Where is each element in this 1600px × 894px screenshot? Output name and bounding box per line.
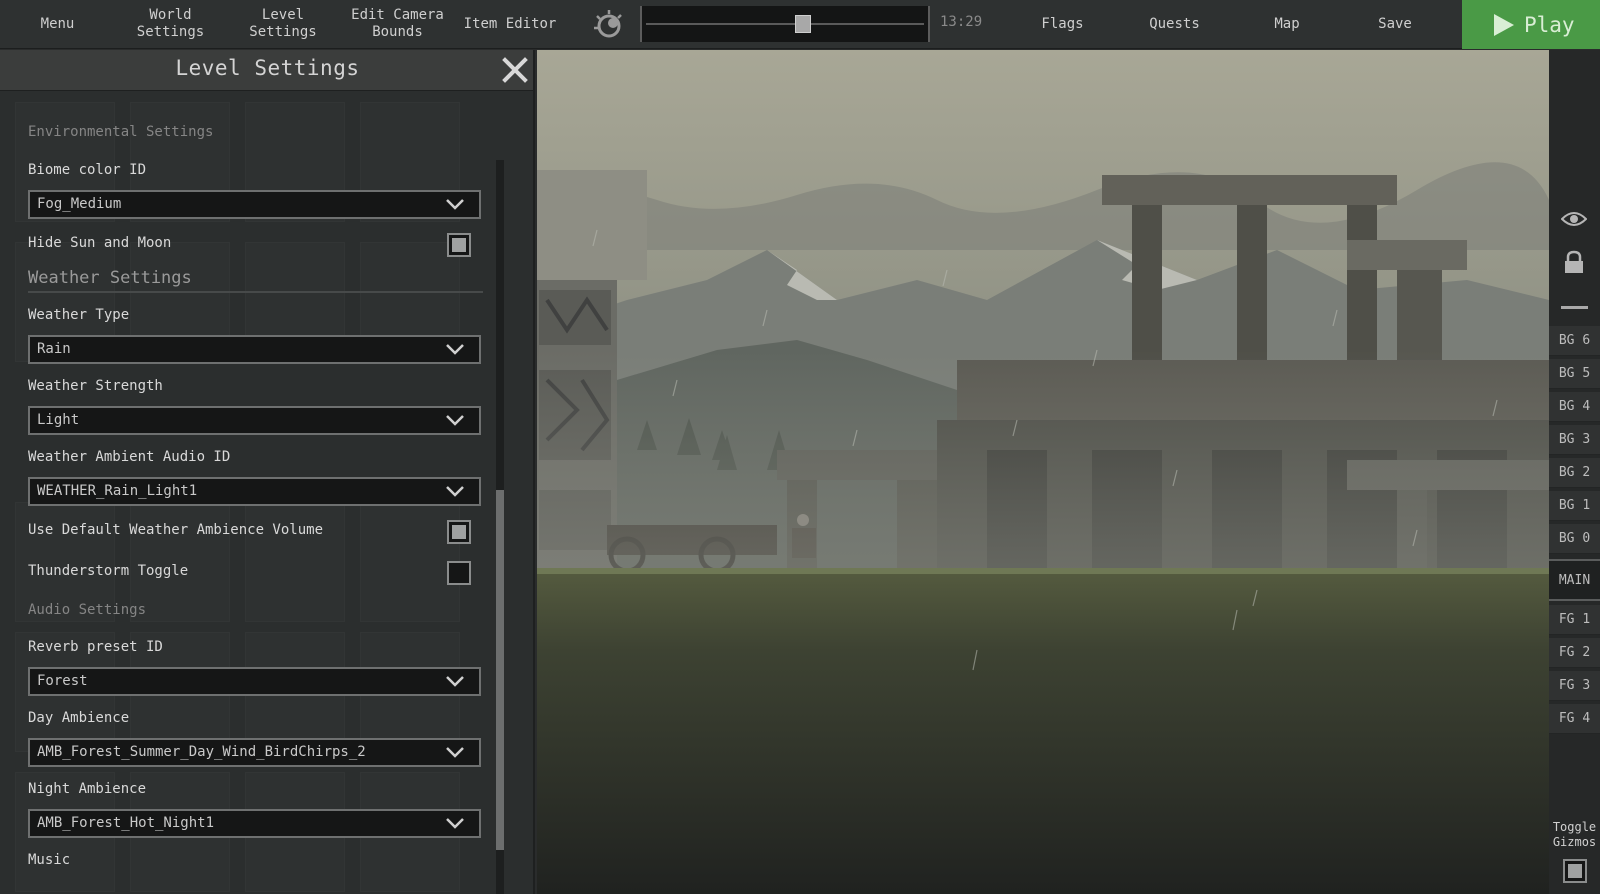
chevron-down-icon xyxy=(446,818,464,829)
hide-sun-moon-label: Hide Sun and Moon xyxy=(28,235,172,251)
layer-bg-5-button[interactable]: BG 5 xyxy=(1549,359,1600,389)
background-tile xyxy=(245,502,345,622)
layer-bg-1-button[interactable]: BG 1 xyxy=(1549,491,1600,521)
dropdown-value: AMB_Forest_Hot_Night1 xyxy=(37,815,215,831)
save-button[interactable]: Save xyxy=(1370,0,1420,48)
chevron-down-icon xyxy=(446,486,464,497)
dropdown-value: WEATHER_Rain_Light1 xyxy=(37,483,198,499)
thunderstorm-label: Thunderstorm Toggle xyxy=(28,563,189,579)
minus-icon[interactable] xyxy=(1561,306,1588,309)
music-label: Music xyxy=(28,852,71,868)
dropdown-value: Light xyxy=(37,412,80,428)
layer-bg-6-button[interactable]: BG 6 xyxy=(1549,326,1600,356)
layer-bg-4-button[interactable]: BG 4 xyxy=(1549,392,1600,422)
layer-fg-3-button[interactable]: FG 3 xyxy=(1549,671,1600,701)
chevron-down-icon xyxy=(446,676,464,687)
slider-handle[interactable] xyxy=(795,15,811,33)
weather-type-label: Weather Type xyxy=(28,307,130,323)
quests-button[interactable]: Quests xyxy=(1142,0,1207,48)
dropdown-value: Rain xyxy=(37,341,71,357)
chevron-down-icon xyxy=(446,415,464,426)
flags-button[interactable]: Flags xyxy=(1035,0,1090,48)
weather-strength-label: Weather Strength xyxy=(28,378,163,394)
slider-rail xyxy=(646,23,924,25)
top-toolbar: Menu World Settings Level Settings Edit … xyxy=(0,0,1600,49)
weather-strength-dropdown[interactable]: Light xyxy=(28,406,481,435)
level-settings-panel: Level Settings Environmental Settings Bi… xyxy=(0,50,535,894)
reverb-preset-label: Reverb preset ID xyxy=(28,639,163,655)
layer-sidebar: BG 6 BG 5 BG 4 BG 3 BG 2 BG 1 BG 0 MAIN FG 1 FG 2… xyxy=(1549,50,1600,894)
dropdown-value: Fog_Medium xyxy=(37,196,122,212)
panel-body: Environmental Settings Biome color ID Fo… xyxy=(0,92,533,894)
scrollbar-thumb[interactable] xyxy=(496,490,504,850)
menu-button[interactable]: Menu xyxy=(20,0,95,48)
weather-audio-dropdown[interactable]: WEATHER_Rain_Light1 xyxy=(28,477,481,506)
lock-icon[interactable] xyxy=(1563,250,1585,274)
default-ambience-volume-label: Use Default Weather Ambience Volume xyxy=(28,522,324,538)
night-ambience-dropdown[interactable]: AMB_Forest_Hot_Night1 xyxy=(28,809,481,838)
item-editor-button[interactable]: Item Editor xyxy=(460,0,560,48)
background-tile xyxy=(360,502,460,622)
chevron-down-icon xyxy=(446,747,464,758)
layer-main-button[interactable]: MAIN xyxy=(1549,559,1600,601)
layer-bg-3-button[interactable]: BG 3 xyxy=(1549,425,1600,455)
layer-fg-4-button[interactable]: FG 4 xyxy=(1549,704,1600,734)
night-ambience-label: Night Ambience xyxy=(28,781,147,797)
layer-bg-0-button[interactable]: BG 0 xyxy=(1549,524,1600,554)
layer-bg-2-button[interactable]: BG 2 xyxy=(1549,458,1600,488)
time-of-day-slider[interactable] xyxy=(640,6,930,42)
biome-color-label: Biome color ID xyxy=(28,162,147,178)
biome-color-dropdown[interactable]: Fog_Medium xyxy=(28,190,481,219)
play-button[interactable]: Play xyxy=(1462,0,1600,49)
play-icon xyxy=(1494,13,1514,36)
map-button[interactable]: Map xyxy=(1262,0,1312,48)
chevron-down-icon xyxy=(446,344,464,355)
toggle-gizmos-label: Toggle Gizmos xyxy=(1552,820,1597,849)
dropdown-value: Forest xyxy=(37,673,88,689)
play-label: Play xyxy=(1524,12,1575,37)
panel-header: Level Settings xyxy=(0,50,533,91)
weather-audio-label: Weather Ambient Audio ID xyxy=(28,449,231,465)
panel-scrollbar[interactable] xyxy=(496,160,504,894)
ground xyxy=(537,570,1549,894)
section-divider xyxy=(28,291,483,293)
weather-settings-header: Weather Settings xyxy=(28,268,192,288)
thunderstorm-checkbox[interactable] xyxy=(447,561,471,585)
layer-fg-2-button[interactable]: FG 2 xyxy=(1549,638,1600,668)
layer-fg-1-button[interactable]: FG 1 xyxy=(1549,605,1600,635)
eye-icon[interactable] xyxy=(1561,210,1587,228)
audio-settings-header: Audio Settings xyxy=(28,602,147,618)
chevron-down-icon xyxy=(446,199,464,210)
dropdown-value: AMB_Forest_Summer_Day_Wind_BirdChirps_2 xyxy=(37,744,366,760)
close-icon[interactable] xyxy=(500,55,530,85)
time-readout: 13:29 xyxy=(940,14,983,30)
fog-layer xyxy=(537,350,1549,580)
sun-moon-icon[interactable] xyxy=(592,8,626,42)
level-settings-button[interactable]: Level Settings xyxy=(228,0,338,48)
toggle-gizmos-checkbox[interactable] xyxy=(1563,859,1587,883)
weather-type-dropdown[interactable]: Rain xyxy=(28,335,481,364)
environmental-settings-header: Environmental Settings xyxy=(28,124,214,140)
panel-title: Level Settings xyxy=(175,56,360,80)
grass-edge xyxy=(537,568,1549,574)
world-settings-button[interactable]: World Settings xyxy=(128,0,213,48)
edit-camera-bounds-button[interactable]: Edit Camera Bounds xyxy=(350,0,445,48)
default-ambience-volume-checkbox[interactable] xyxy=(447,520,471,544)
reverb-preset-dropdown[interactable]: Forest xyxy=(28,667,481,696)
level-scene[interactable] xyxy=(537,50,1549,894)
day-ambience-dropdown[interactable]: AMB_Forest_Summer_Day_Wind_BirdChirps_2 xyxy=(28,738,481,767)
hide-sun-moon-checkbox[interactable] xyxy=(447,233,471,257)
level-viewport[interactable] xyxy=(537,50,1549,894)
day-ambience-label: Day Ambience xyxy=(28,710,130,726)
